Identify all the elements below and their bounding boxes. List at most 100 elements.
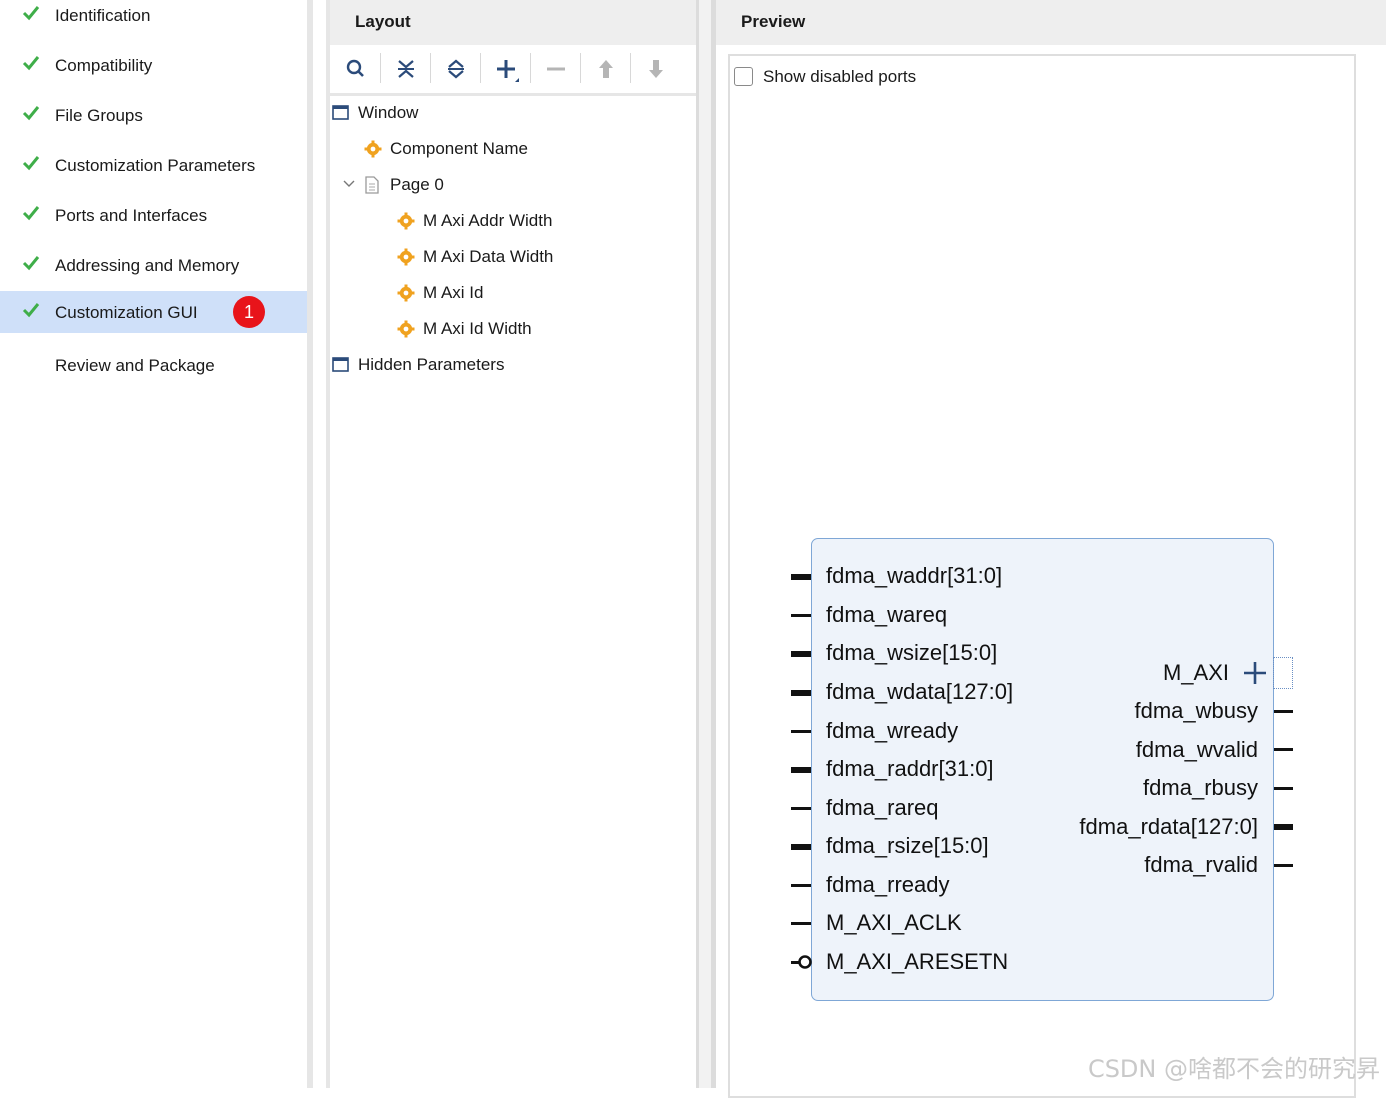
- step-ports-and-interfaces[interactable]: Ports and Interfaces: [0, 194, 307, 236]
- step-file-groups[interactable]: File Groups: [0, 94, 307, 136]
- page-icon: [365, 176, 379, 194]
- check-icon: [22, 156, 40, 171]
- gear-icon: [397, 284, 415, 302]
- port-label: fdma_rvalid: [1144, 852, 1258, 877]
- add-icon: [497, 60, 519, 82]
- remove-button[interactable]: [539, 53, 573, 85]
- toolbar-separator: [630, 53, 631, 83]
- check-icon: [22, 56, 40, 71]
- step-customization-parameters[interactable]: Customization Parameters: [0, 144, 307, 186]
- remove-icon: [547, 67, 565, 71]
- port-label: fdma_wsize[15:0]: [826, 640, 998, 665]
- port-label: M_AXI_ARESETN: [826, 949, 1009, 974]
- search-button[interactable]: [339, 53, 373, 85]
- step-label: Customization GUI: [55, 303, 198, 322]
- port-pin: [791, 614, 811, 617]
- step-label: Compatibility: [55, 56, 153, 75]
- add-button[interactable]: [489, 53, 523, 85]
- step-label: Ports and Interfaces: [55, 206, 208, 225]
- toolbar-separator: [580, 53, 581, 83]
- check-icon: [22, 106, 40, 121]
- panel-divider[interactable]: [307, 0, 313, 1088]
- move-up-icon: [599, 60, 613, 78]
- gear-icon: [397, 212, 415, 230]
- active-low-bubble-icon: [798, 955, 812, 969]
- port-pin: [791, 730, 811, 733]
- tree-label: M Axi Id: [423, 283, 484, 302]
- collapse-all-button[interactable]: [389, 53, 423, 85]
- check-icon: [22, 256, 40, 271]
- port-label: fdma_wvalid: [1135, 737, 1258, 762]
- port-pin-bus: [791, 844, 811, 850]
- checkbox-box[interactable]: [734, 67, 753, 86]
- tree-label: Window: [358, 103, 419, 122]
- port-label: fdma_wdata[127:0]: [826, 679, 1014, 704]
- toolbar-separator: [530, 53, 531, 83]
- tree-label: M Axi Id Width: [423, 319, 532, 338]
- preview-header: Preview: [716, 0, 1386, 45]
- step-label: Review and Package: [55, 356, 215, 375]
- port-label: fdma_rbusy: [1143, 775, 1258, 800]
- port-label: fdma_raddr[31:0]: [826, 756, 994, 781]
- watermark: CSDN @啥都不会的研究昇: [1087, 1055, 1380, 1083]
- port-label: fdma_wbusy: [1134, 698, 1258, 723]
- port-pin: [791, 922, 811, 925]
- step-label: Customization Parameters: [55, 156, 256, 175]
- check-icon: [22, 6, 40, 21]
- port-label: M_AXI_ACLK: [826, 910, 962, 935]
- gear-icon: [397, 320, 415, 338]
- step-customization-gui[interactable]: Customization GUI 1: [0, 291, 307, 333]
- steps-panel: Identification Compatibility File Groups…: [0, 0, 307, 1088]
- panel-divider[interactable]: [699, 0, 711, 1088]
- layout-toolbar: [330, 45, 696, 96]
- step-addressing-and-memory[interactable]: Addressing and Memory: [0, 244, 307, 286]
- search-icon: [346, 59, 364, 77]
- port-label: fdma_rsize[15:0]: [826, 833, 989, 858]
- move-down-button[interactable]: [639, 53, 673, 85]
- step-label: File Groups: [55, 106, 143, 125]
- port-pin-bus: [791, 574, 811, 580]
- port-label: fdma_rdata[127:0]: [1079, 814, 1258, 839]
- tree-label: M Axi Addr Width: [423, 211, 553, 230]
- port-pin: [1274, 748, 1293, 751]
- chevron-down-icon[interactable]: [342, 179, 356, 189]
- gear-icon: [364, 140, 382, 158]
- move-up-button[interactable]: [589, 53, 623, 85]
- expand-all-button[interactable]: [439, 53, 473, 85]
- step-identification[interactable]: Identification: [0, 0, 307, 36]
- step-badge: 1: [233, 296, 265, 328]
- port-pin: [791, 807, 811, 810]
- window-icon: [332, 105, 349, 120]
- layout-header: Layout: [330, 0, 696, 45]
- port-pin: [1274, 864, 1293, 867]
- toolbar-separator: [430, 53, 431, 83]
- layout-title: Layout: [355, 12, 411, 31]
- gear-icon: [397, 248, 415, 266]
- window-icon: [332, 357, 349, 372]
- port-pin-bus: [791, 651, 811, 657]
- tree-label: Page 0: [390, 175, 444, 194]
- port-label: fdma_wareq: [826, 602, 948, 627]
- port-pin-bus: [791, 690, 811, 696]
- tree-label: Component Name: [390, 139, 528, 158]
- port-pin: [791, 884, 811, 887]
- tree-label: M Axi Data Width: [423, 247, 554, 266]
- port-label: fdma_wready: [826, 718, 959, 743]
- port-label: fdma_rready: [826, 872, 950, 897]
- step-label: Identification: [55, 6, 151, 25]
- port-label: fdma_rareq: [826, 795, 939, 820]
- tree-label: Hidden Parameters: [358, 355, 505, 374]
- interface-expand-icon[interactable]: [1242, 660, 1268, 686]
- toolbar-separator: [480, 53, 481, 83]
- step-review-and-package[interactable]: Review and Package: [0, 344, 307, 386]
- check-icon: [22, 206, 40, 221]
- check-icon: [22, 303, 40, 318]
- port-pin: [1274, 787, 1293, 790]
- checkbox-label: Show disabled ports: [763, 67, 917, 86]
- step-label: Addressing and Memory: [55, 256, 240, 275]
- step-compatibility[interactable]: Compatibility: [0, 44, 307, 86]
- port-label: fdma_waddr[31:0]: [826, 563, 1003, 588]
- interface-pin-icon: [1273, 657, 1293, 689]
- preview-title: Preview: [741, 12, 806, 31]
- expand-all-icon: [448, 59, 464, 79]
